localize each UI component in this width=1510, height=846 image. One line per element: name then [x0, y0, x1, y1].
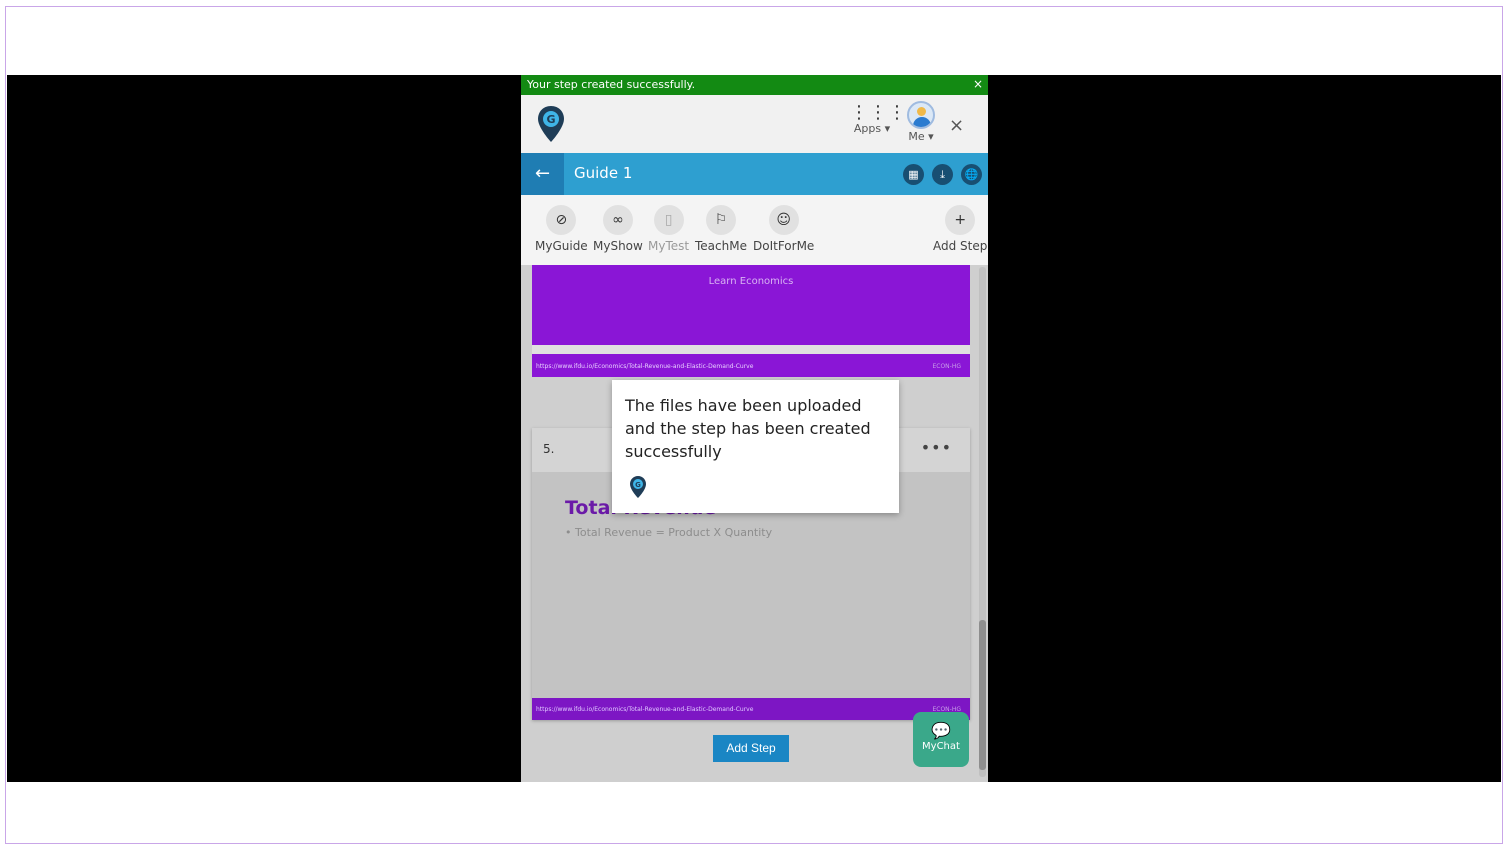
me-label: Me ▾	[908, 130, 934, 143]
slide-url: https://www.ifdu.io/Economics/Total-Reve…	[536, 706, 754, 713]
mode-label: MyTest	[648, 239, 690, 253]
slide-code: ECON-HG	[932, 363, 961, 370]
steps-list: Learn Economics https://www.ifdu.io/Econ…	[521, 265, 988, 782]
upload-success-tooltip: The files have been uploaded and the ste…	[612, 380, 899, 513]
back-arrow-icon[interactable]: ←	[521, 153, 564, 195]
apps-grid-icon: ⋮⋮⋮	[850, 102, 907, 123]
more-options-icon[interactable]: •••	[921, 438, 952, 457]
toast-message: Your step created successfully.	[527, 78, 696, 91]
svg-text:G: G	[546, 113, 555, 126]
plus-icon: +	[945, 205, 976, 235]
app-header: G ⋮⋮⋮ Apps ▾ Me ▾ ×	[521, 95, 988, 153]
compass-icon: ⊘	[546, 205, 577, 235]
apps-menu[interactable]: ⋮⋮⋮ Apps ▾	[850, 102, 907, 136]
mode-myguide[interactable]: ⊘ MyGuide	[535, 205, 588, 253]
mode-teachme[interactable]: ⚐ TeachMe	[695, 205, 747, 253]
clipboard-icon: ▯	[653, 205, 684, 235]
presenter-icon: ⚐	[705, 205, 736, 235]
slide-label: Learn Economics	[708, 276, 794, 287]
logo-icon: G	[538, 106, 564, 142]
mode-toolbar: ⊘ MyGuide ∞ MyShow ▯ MyTest ⚐ TeachMe ☺ …	[521, 195, 988, 265]
mode-label: MyShow	[593, 239, 643, 253]
slide-bullet: • Total Revenue = Product X Quantity	[565, 526, 773, 539]
scrollbar-thumb[interactable]	[979, 620, 986, 770]
mode-label: TeachMe	[695, 239, 747, 253]
robot-icon: ☺	[768, 205, 799, 235]
mode-label: MyGuide	[535, 239, 588, 253]
binoculars-icon: ∞	[602, 205, 633, 235]
apps-label: Apps ▾	[853, 122, 891, 135]
step-card-previous[interactable]: Learn Economics https://www.ifdu.io/Econ…	[532, 265, 970, 377]
avatar	[907, 101, 935, 129]
mode-mytest[interactable]: ▯ MyTest	[648, 205, 689, 253]
me-menu[interactable]: Me ▾	[904, 101, 938, 143]
mychat-button[interactable]: 💬 MyChat	[913, 712, 969, 767]
success-toast: Your step created successfully. ×	[521, 75, 988, 95]
slide-footer: https://www.ifdu.io/Economics/Total-Reve…	[532, 698, 970, 720]
svg-text:G: G	[635, 481, 641, 489]
slide-strip	[532, 345, 970, 354]
mode-label: DoItForMe	[753, 239, 815, 253]
mode-label: Add Step	[933, 239, 988, 253]
mode-add-step[interactable]: + Add Step	[933, 205, 987, 253]
guide-titlebar: ← Guide 1 ▦ ⤓ 🌐	[521, 153, 988, 195]
mychat-label: MyChat	[922, 741, 960, 752]
download-icon[interactable]: ⤓	[932, 164, 953, 185]
mode-doitforme[interactable]: ☺ DoItForMe	[753, 205, 814, 253]
apps-square-icon[interactable]: ▦	[903, 164, 924, 185]
slide-url: https://www.ifdu.io/Economics/Total-Reve…	[536, 363, 754, 370]
logo-icon: G	[630, 476, 646, 498]
close-panel-icon[interactable]: ×	[949, 115, 964, 136]
globe-icon[interactable]: 🌐	[961, 164, 982, 185]
guide-title: Guide 1	[574, 164, 633, 182]
mode-myshow[interactable]: ∞ MyShow	[593, 205, 643, 253]
tooltip-message: The files have been uploaded and the ste…	[625, 396, 871, 461]
chat-bubble-icon: 💬	[931, 721, 951, 740]
add-step-button[interactable]: Add Step	[713, 735, 789, 762]
step-number: 5.	[543, 442, 555, 456]
toast-close-icon[interactable]: ×	[973, 77, 983, 91]
